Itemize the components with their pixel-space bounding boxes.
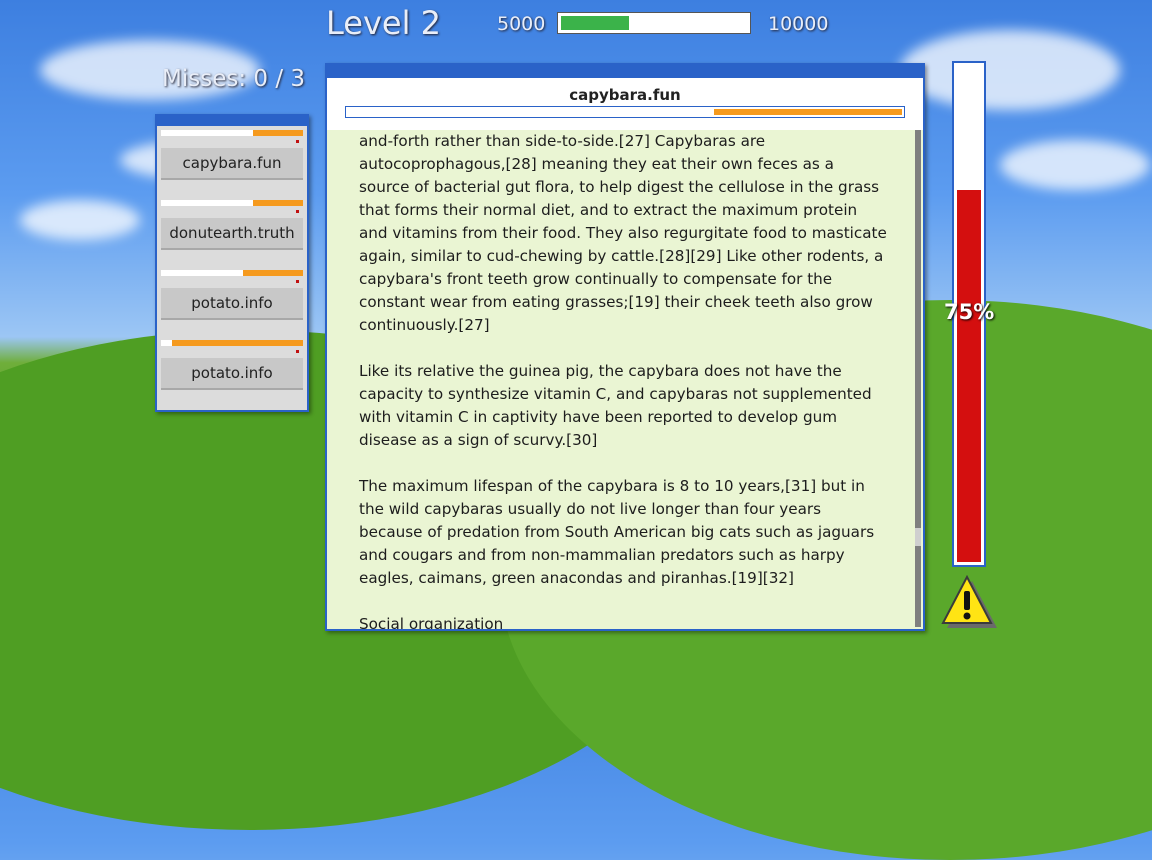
score-progress-bar xyxy=(557,12,751,34)
tab-button[interactable]: donutearth.truth xyxy=(161,218,303,250)
tab-timer-bar xyxy=(161,130,303,136)
tab-timer-fill xyxy=(253,130,303,136)
score-max-label: 10000 xyxy=(768,13,829,35)
tab-alert-dot xyxy=(296,280,299,283)
threat-meter-label: 75% xyxy=(944,300,995,324)
article-paragraph: Like its relative the guinea pig, the ca… xyxy=(359,362,877,449)
tab-timer-bar xyxy=(161,270,303,276)
tab-button[interactable]: potato.info xyxy=(161,288,303,320)
tab-timer-fill xyxy=(172,340,303,346)
threat-meter-fill xyxy=(957,190,981,562)
site-tab[interactable]: potato.info xyxy=(161,340,303,404)
tab-list-panel: capybara.fun donutearth.truth potato.info p… xyxy=(155,114,309,412)
article-paragraph: Social organization xyxy=(359,615,504,631)
browser-window-header: capybara.fun xyxy=(327,65,923,130)
scrollbar-thumb[interactable] xyxy=(915,528,921,546)
score-progress-fill xyxy=(561,16,629,30)
tab-alert-dot xyxy=(296,140,299,143)
level-label: Level 2 xyxy=(326,4,441,42)
article-paragraph: The maximum lifespan of the capybara is … xyxy=(359,477,879,587)
article-scrollbar[interactable] xyxy=(915,130,921,627)
tab-timer-fill xyxy=(243,270,303,276)
tab-button[interactable]: potato.info xyxy=(161,358,303,390)
site-tab[interactable]: capybara.fun xyxy=(161,130,303,194)
score-min-label: 5000 xyxy=(497,13,546,35)
site-tab[interactable]: donutearth.truth xyxy=(161,200,303,264)
tab-timer-bar xyxy=(161,200,303,206)
tab-timer-bar xyxy=(161,340,303,346)
site-tab[interactable]: potato.info xyxy=(161,270,303,334)
page-load-fill xyxy=(713,109,902,115)
tab-timer-fill xyxy=(253,200,303,206)
misses-counter: Misses: 0 / 3 xyxy=(162,66,306,92)
page-load-bar xyxy=(345,106,905,118)
article-paragraph: and-forth rather than side-to-side.[27] … xyxy=(359,132,892,334)
tab-list-header xyxy=(157,116,307,126)
article-body[interactable]: jaws... rather than side-to-side... Capy… xyxy=(359,107,892,631)
warning-triangle-icon xyxy=(941,574,997,629)
tab-button[interactable]: capybara.fun xyxy=(161,148,303,180)
browser-window: capybara.fun jaws... rather than side-to… xyxy=(325,63,925,631)
browser-window-title: capybara.fun xyxy=(569,86,681,104)
tab-alert-dot xyxy=(296,350,299,353)
tab-alert-dot xyxy=(296,210,299,213)
